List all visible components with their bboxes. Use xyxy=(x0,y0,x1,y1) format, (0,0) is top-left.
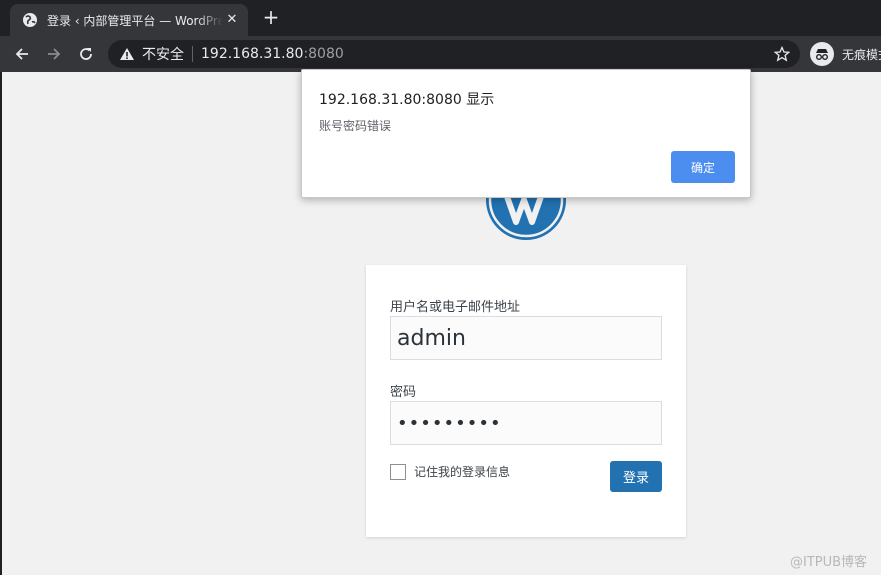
insecure-label[interactable]: 不安全 xyxy=(142,44,184,64)
username-label: 用户名或电子邮件地址 xyxy=(390,300,521,315)
warning-icon[interactable] xyxy=(119,46,135,62)
url-host: 192.168.31.80 xyxy=(201,46,304,62)
alert-title: 192.168.31.80:8080 显示 xyxy=(319,92,495,108)
page-left-edge xyxy=(0,72,2,575)
arrow-right-icon xyxy=(48,48,61,60)
url-port: :8080 xyxy=(303,46,344,62)
password-input[interactable]: ••••••••• xyxy=(390,401,662,445)
arrow-left-icon xyxy=(15,48,28,60)
remember-label[interactable]: 记住我的登录信息 xyxy=(414,463,510,480)
address-bar[interactable]: 不安全 192.168.31.80:8080 xyxy=(108,40,800,68)
login-button[interactable]: 登录 xyxy=(610,461,662,492)
globe-icon xyxy=(22,12,38,28)
reload-button[interactable] xyxy=(74,42,98,66)
bookmark-star-icon[interactable] xyxy=(773,45,791,62)
forward-button[interactable] xyxy=(42,42,66,66)
incognito-indicator[interactable]: 无痕模式 xyxy=(810,42,881,66)
alert-dialog: 192.168.31.80:8080 显示 账号密码错误 确定 xyxy=(301,69,751,198)
watermark: @ITPUB博客 xyxy=(790,555,868,570)
reload-icon xyxy=(80,48,92,60)
username-input[interactable]: admin xyxy=(390,316,662,360)
tab-close-icon[interactable]: ✕ xyxy=(224,12,240,28)
password-label: 密码 xyxy=(390,385,417,400)
alert-message: 账号密码错误 xyxy=(319,119,392,133)
tab-strip: 登录 ‹ 内部管理平台 — WordPress ✕ + xyxy=(0,0,881,36)
new-tab-button[interactable]: + xyxy=(260,6,282,28)
tab-title: 登录 ‹ 内部管理平台 — WordPress xyxy=(47,13,223,28)
incognito-label: 无痕模式 xyxy=(842,47,881,62)
browser-tab[interactable]: 登录 ‹ 内部管理平台 — WordPress ✕ xyxy=(10,4,248,36)
incognito-icon xyxy=(810,42,834,66)
back-button[interactable] xyxy=(10,42,34,66)
remember-me[interactable]: 记住我的登录信息 xyxy=(390,463,510,480)
login-form: 用户名或电子邮件地址 admin 密码 ••••••••• 记住我的登录信息 登… xyxy=(366,265,686,537)
remember-checkbox[interactable] xyxy=(390,463,406,480)
address-separator xyxy=(192,46,193,62)
alert-ok-button[interactable]: 确定 xyxy=(671,151,735,183)
